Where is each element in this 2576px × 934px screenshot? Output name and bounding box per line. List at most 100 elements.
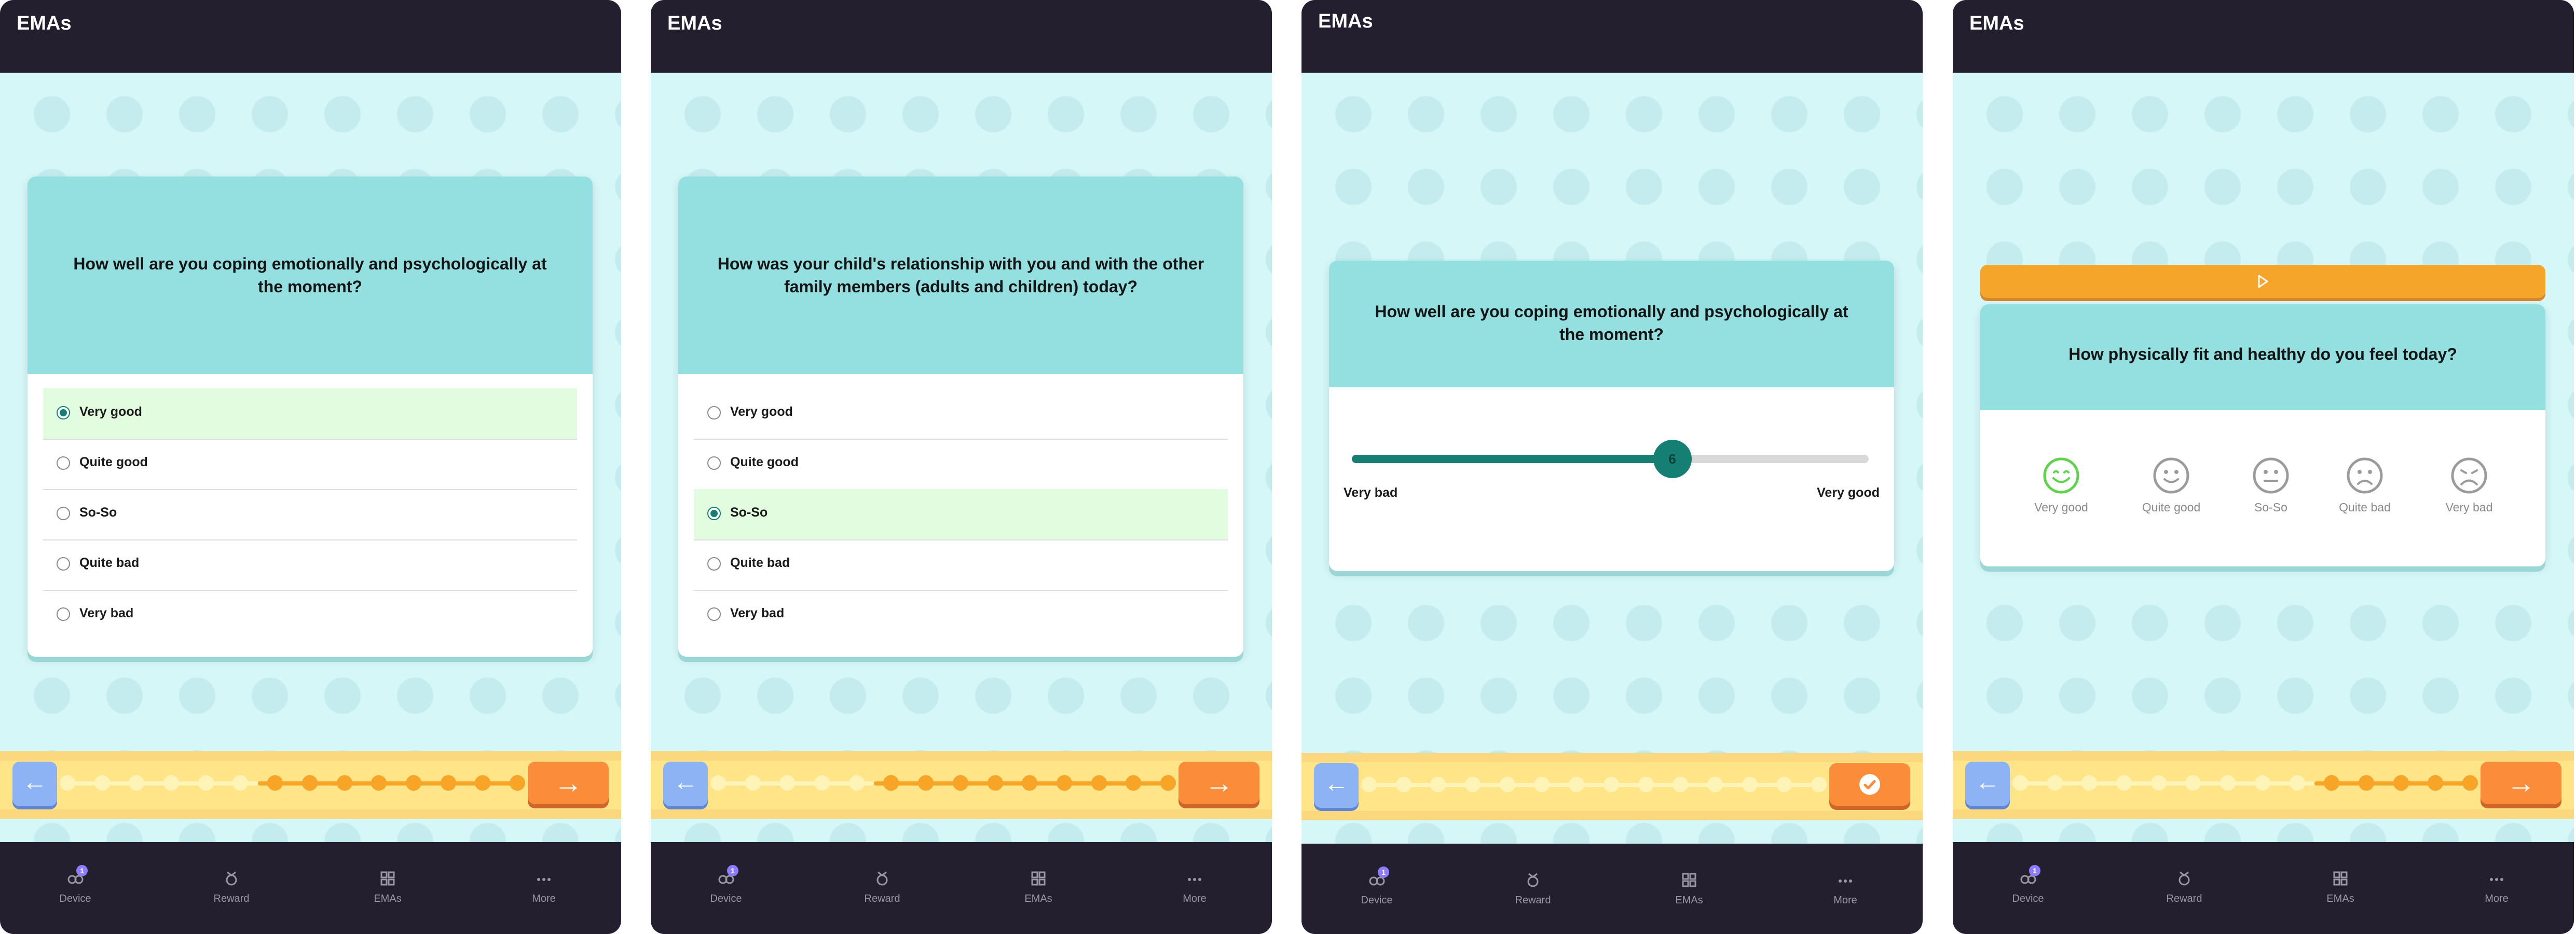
- back-button[interactable]: ←: [663, 762, 708, 806]
- slider-track-filled: [1352, 455, 1673, 463]
- grid-icon: [377, 868, 398, 889]
- progress-dot: [2047, 775, 2063, 791]
- top-app-bar: EMAs: [651, 0, 1272, 73]
- progress-dot: [1465, 777, 1481, 792]
- bottom-nav: 1 Device Reward EMAs More: [0, 842, 621, 934]
- back-button[interactable]: ←: [1314, 763, 1359, 808]
- bottom-nav: 1 Device Reward EMAs More: [651, 842, 1272, 934]
- progress-dot-completed: [267, 775, 283, 791]
- more-icon: [533, 868, 554, 889]
- nav-label: Device: [710, 893, 742, 904]
- sad-face-icon: [2347, 457, 2383, 494]
- question-card: How was your child's relationship with y…: [678, 177, 1243, 657]
- option-quite-good[interactable]: Quite good: [694, 439, 1228, 490]
- progress-track-remaining: [2020, 781, 2314, 786]
- arrow-left-icon: ←: [1324, 770, 1349, 797]
- radio-button[interactable]: [707, 507, 721, 520]
- option-very-good[interactable]: Very good: [694, 388, 1228, 440]
- progress-dot: [1395, 777, 1412, 792]
- radio-button[interactable]: [57, 607, 70, 621]
- back-button[interactable]: ←: [12, 762, 57, 806]
- nav-label: EMAs: [1675, 895, 1703, 906]
- progress-dot: [1569, 777, 1585, 792]
- nav-label: Reward: [213, 893, 250, 904]
- nav-device[interactable]: 1 Device: [684, 865, 768, 905]
- progress-dot: [198, 775, 214, 791]
- radio-button[interactable]: [707, 607, 721, 621]
- option-label: Quite bad: [730, 556, 790, 570]
- nav-emas[interactable]: EMAs: [2299, 868, 2382, 905]
- option-so-so[interactable]: So-So: [694, 489, 1228, 540]
- option-label: Quite bad: [79, 556, 140, 570]
- nav-more[interactable]: More: [502, 868, 585, 905]
- radio-button[interactable]: [707, 406, 721, 419]
- nav-more[interactable]: More: [1153, 868, 1236, 905]
- progress-dot: [2220, 775, 2236, 791]
- more-icon: [1835, 870, 1856, 890]
- arrow-right-icon: →: [1204, 766, 1234, 799]
- grid-icon: [1028, 868, 1049, 889]
- very-happy-face-icon: [2043, 457, 2079, 494]
- radio-button[interactable]: [707, 557, 721, 571]
- finish-button[interactable]: [1829, 763, 1910, 806]
- nav-more[interactable]: More: [2455, 868, 2538, 905]
- progress-dot: [848, 775, 865, 791]
- radio-button[interactable]: [57, 406, 70, 419]
- face-option-so-so[interactable]: So-So: [2229, 455, 2312, 515]
- slider-thumb[interactable]: 6: [1653, 440, 1692, 478]
- progress-dot: [60, 775, 75, 791]
- nav-reward[interactable]: Reward: [1491, 870, 1574, 906]
- option-quite-good[interactable]: Quite good: [43, 439, 577, 490]
- radio-button[interactable]: [707, 456, 721, 470]
- progress-dot-completed: [2393, 775, 2409, 791]
- option-very-good[interactable]: Very good: [43, 388, 577, 440]
- nav-more[interactable]: More: [1804, 870, 1887, 906]
- question-card: How well are you coping emotionally and …: [28, 177, 593, 657]
- progress-dot-completed: [302, 775, 318, 791]
- device-icon: 1: [65, 865, 88, 889]
- face-label: Quite bad: [2339, 500, 2391, 514]
- nav-emas[interactable]: EMAs: [997, 868, 1080, 905]
- progress-bar: ← →: [0, 751, 621, 819]
- option-so-so[interactable]: So-So: [43, 489, 577, 540]
- face-label: Quite good: [2142, 500, 2201, 514]
- radio-button[interactable]: [57, 557, 70, 571]
- face-option-quite-good[interactable]: Quite good: [2130, 455, 2213, 515]
- option-very-bad[interactable]: Very bad: [694, 590, 1228, 640]
- nav-label: EMAs: [2326, 893, 2354, 904]
- face-label: Very bad: [2445, 500, 2493, 514]
- nav-reward[interactable]: Reward: [190, 868, 273, 905]
- next-button[interactable]: →: [528, 762, 609, 804]
- more-icon: [1184, 868, 1205, 889]
- radio-button[interactable]: [57, 507, 70, 520]
- very-sad-face-icon: [2451, 457, 2487, 494]
- option-quite-bad[interactable]: Quite bad: [43, 539, 577, 591]
- nav-reward[interactable]: Reward: [841, 868, 924, 905]
- next-button[interactable]: →: [2481, 762, 2561, 804]
- face-option-very-good[interactable]: Very good: [2020, 455, 2103, 515]
- face-option-very-bad[interactable]: Very bad: [2428, 455, 2511, 515]
- back-button[interactable]: ←: [1965, 762, 2010, 806]
- progress-dot: [2289, 775, 2305, 791]
- option-very-bad[interactable]: Very bad: [43, 590, 577, 640]
- nav-device[interactable]: 1 Device: [1986, 865, 2070, 905]
- face-option-quite-bad[interactable]: Quite bad: [2323, 455, 2406, 515]
- play-audio-button[interactable]: [1980, 265, 2545, 298]
- screen-2: EMAs How was your child's relationship w…: [651, 0, 1272, 934]
- radio-button[interactable]: [57, 456, 70, 470]
- nav-device[interactable]: 1 Device: [34, 865, 117, 905]
- nav-label: Reward: [864, 893, 900, 904]
- nav-device[interactable]: 1 Device: [1335, 867, 1418, 906]
- slider-min-label: Very bad: [1344, 485, 1398, 500]
- question-text: How well are you coping emotionally and …: [1375, 302, 1848, 344]
- reward-icon: [872, 868, 893, 889]
- next-button[interactable]: →: [1179, 762, 1259, 804]
- nav-reward[interactable]: Reward: [2143, 868, 2226, 905]
- reward-icon: [1523, 870, 1543, 890]
- nav-emas[interactable]: EMAs: [346, 868, 429, 905]
- progress-dot: [1638, 777, 1654, 792]
- app-title: EMAs: [667, 12, 722, 34]
- option-quite-bad[interactable]: Quite bad: [694, 539, 1228, 591]
- nav-label: Device: [1361, 895, 1393, 906]
- nav-emas[interactable]: EMAs: [1648, 870, 1731, 906]
